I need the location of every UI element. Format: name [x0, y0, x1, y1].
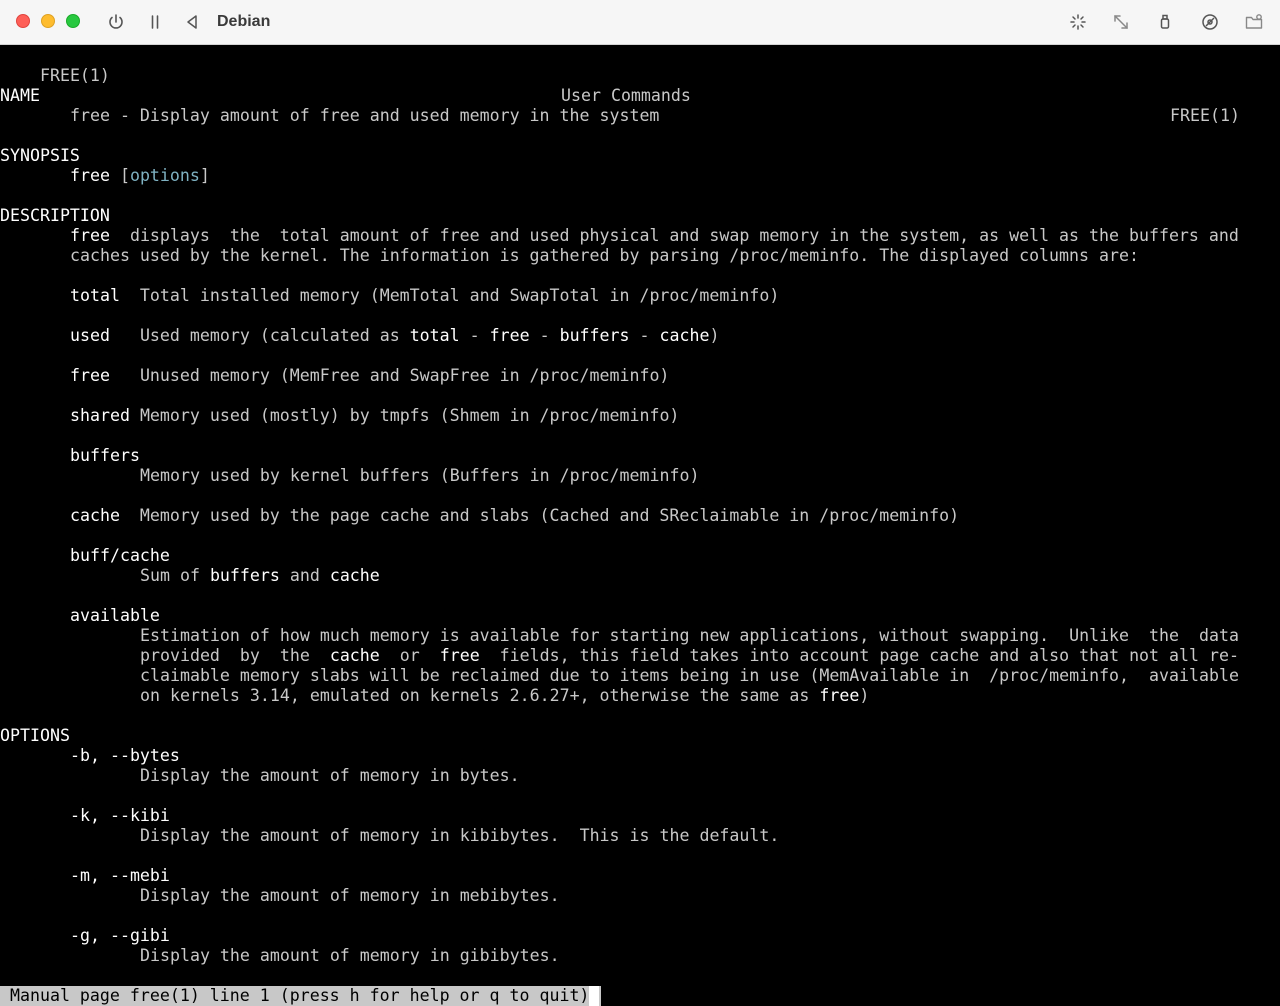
description-line-1: free displays the total amount of free a…	[70, 226, 1239, 245]
terminal-screen[interactable]: FREE(1) User Commands FREE(1) NAME free …	[0, 45, 1280, 1006]
header-right: FREE(1)	[1170, 106, 1240, 125]
zoom-button[interactable]	[66, 14, 80, 28]
back-icon[interactable]	[180, 10, 204, 34]
option-bytes-term: -b, --bytes	[70, 746, 180, 765]
description-heading: DESCRIPTION	[0, 206, 110, 225]
disc-icon[interactable]	[1198, 10, 1222, 34]
name-heading: NAME	[0, 86, 40, 105]
column-used: used Used memory (calculated as total - …	[70, 326, 720, 345]
name-text: free - Display amount of free and used m…	[70, 106, 660, 125]
option-gibi-term: -g, --gibi	[70, 926, 170, 945]
column-buffcache-term: buff/cache	[70, 546, 170, 565]
column-cache: cache Memory used by the page cache and …	[70, 506, 960, 525]
option-mebi-desc: Display the amount of memory in mebibyte…	[140, 886, 560, 905]
resize-icon[interactable]	[1109, 10, 1133, 34]
options-heading: OPTIONS	[0, 726, 70, 745]
window-title: Debian	[217, 13, 271, 30]
header-center: User Commands	[561, 86, 691, 105]
option-kibi-desc: Display the amount of memory in kibibyte…	[140, 826, 780, 845]
window-titlebar: Debian	[0, 0, 1280, 45]
synopsis-heading: SYNOPSIS	[0, 146, 80, 165]
synopsis-options: options	[129, 166, 200, 185]
close-button[interactable]	[16, 14, 30, 28]
header-left: FREE(1)	[39, 66, 110, 85]
usb-icon[interactable]	[1153, 10, 1177, 34]
power-icon[interactable]	[104, 10, 128, 34]
column-buffers-desc: Memory used by kernel buffers (Buffers i…	[140, 466, 700, 485]
column-available-desc-3: claimable memory slabs will be reclaimed…	[140, 666, 1239, 685]
column-buffcache-desc: Sum of buffers and cache	[140, 566, 380, 585]
brightness-icon[interactable]	[1066, 10, 1090, 34]
option-mebi-term: -m, --mebi	[70, 866, 170, 885]
column-total: total Total installed memory (MemTotal a…	[70, 286, 780, 305]
column-available-desc-2: provided by the cache or free fields, th…	[140, 646, 1239, 665]
synopsis-line: free [options]	[70, 166, 210, 185]
pause-icon[interactable]	[143, 10, 167, 34]
minimize-button[interactable]	[41, 14, 55, 28]
column-available-desc-4: on kernels 3.14, emulated on kernels 2.6…	[140, 686, 870, 705]
pager-status-line: Manual page free(1) line 1 (press h for …	[0, 986, 602, 1006]
column-shared: shared Memory used (mostly) by tmpfs (Sh…	[70, 406, 680, 425]
text-cursor	[589, 986, 600, 1006]
column-available-term: available	[70, 606, 160, 625]
column-buffers-term: buffers	[70, 446, 140, 465]
column-available-desc-1: Estimation of how much memory is availab…	[140, 626, 1239, 645]
option-bytes-desc: Display the amount of memory in bytes.	[140, 766, 520, 785]
status-text: Manual page free(1) line 1 (press h for …	[0, 986, 590, 1005]
column-free: free Unused memory (MemFree and SwapFree…	[70, 366, 670, 385]
man-header: FREE(1) User Commands FREE(1)	[0, 46, 1280, 125]
option-kibi-term: -k, --kibi	[70, 806, 170, 825]
option-gibi-desc: Display the amount of memory in gibibyte…	[140, 946, 560, 965]
folder-icon[interactable]	[1242, 10, 1266, 34]
description-line-2: caches used by the kernel. The informati…	[70, 246, 1139, 265]
